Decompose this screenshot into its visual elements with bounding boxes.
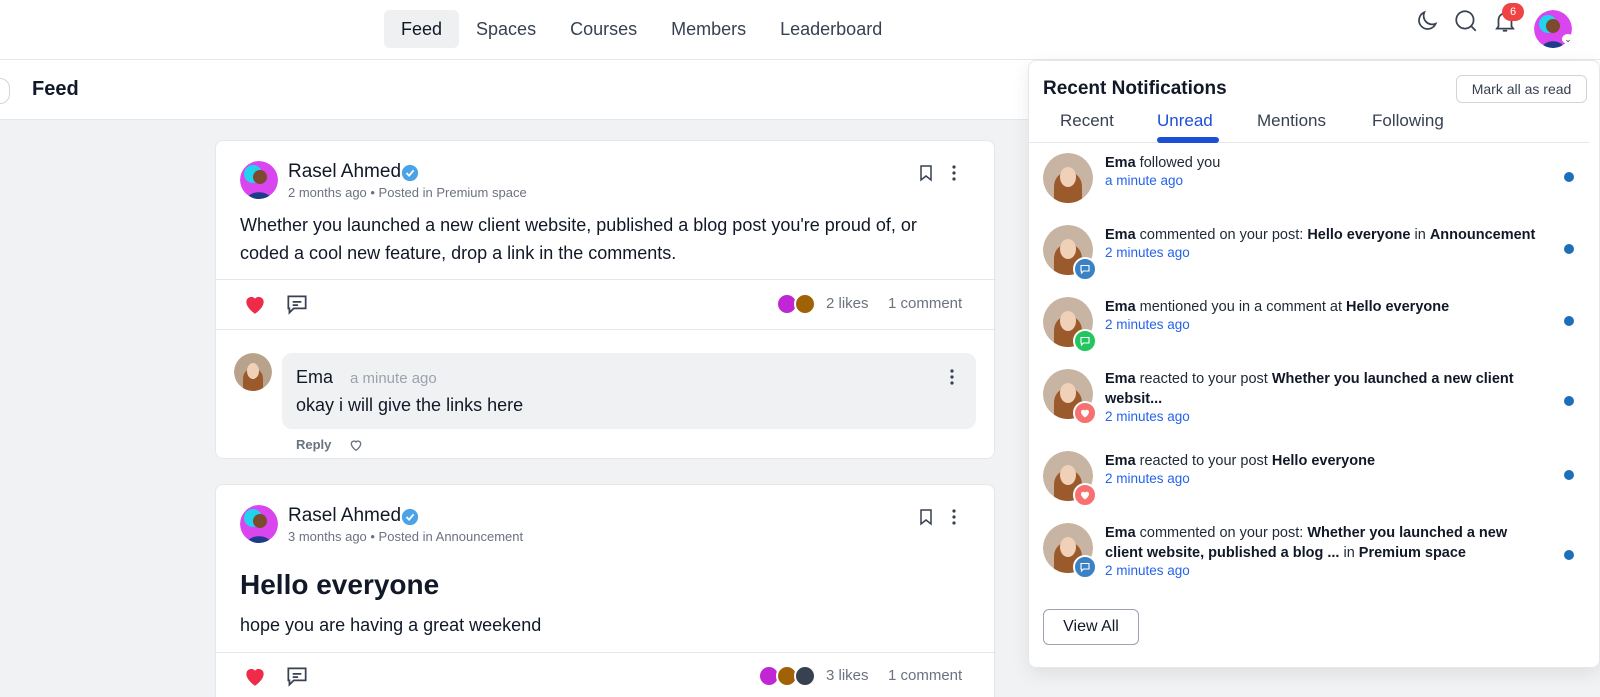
nav-feed[interactable]: Feed <box>384 10 460 48</box>
post-body: Whether you launched a new client websit… <box>240 215 917 263</box>
post-body: hope you are having a great weekend <box>240 615 542 635</box>
mention-icon <box>1073 329 1097 353</box>
view-all-button[interactable]: View All <box>1043 609 1139 645</box>
heart-outline-icon[interactable] <box>348 437 364 453</box>
moon-icon[interactable] <box>1414 8 1440 34</box>
nav-leaderboard[interactable]: Leaderboard <box>763 10 899 48</box>
comment-more-icon[interactable] <box>942 367 962 387</box>
post-meta: 2 months ago • Posted in Premium space <box>288 185 527 200</box>
divider <box>216 279 996 280</box>
heart-icon[interactable] <box>242 663 268 689</box>
comment-time: a minute ago <box>350 370 437 387</box>
notification-text: Ema reacted to your post Whether you lau… <box>1105 371 1514 407</box>
likes-count[interactable]: 2 likes <box>826 295 869 312</box>
notification-count-badge: 6 <box>1502 3 1524 21</box>
heart-icon <box>1073 483 1097 507</box>
comment-author[interactable]: Ema <box>296 367 333 388</box>
more-options-icon[interactable] <box>944 507 964 527</box>
unread-dot[interactable] <box>1564 396 1574 406</box>
divider <box>216 329 996 330</box>
more-options-icon[interactable] <box>944 163 964 183</box>
nav-courses[interactable]: Courses <box>553 10 654 48</box>
actor-avatar[interactable] <box>1043 153 1093 203</box>
verified-badge-icon <box>401 508 419 526</box>
sidebar-toggle[interactable] <box>0 78 10 104</box>
bookmark-icon[interactable] <box>916 163 936 183</box>
notification-text: Ema commented on your post: Whether you … <box>1105 525 1508 561</box>
notification-text: Ema reacted to your post Hello everyone <box>1105 453 1376 469</box>
notification-item[interactable]: Ema commented on your post: Hello everyo… <box>1029 225 1589 291</box>
notification-item[interactable]: Ema reacted to your post Hello everyone 2… <box>1029 451 1589 517</box>
notification-item[interactable]: Ema followed you a minute ago <box>1029 153 1589 219</box>
notification-text: Ema commented on your post: Hello everyo… <box>1105 227 1536 243</box>
notifications-title: Recent Notifications <box>1043 78 1227 99</box>
tab-following[interactable]: Following <box>1372 111 1444 131</box>
nav-spaces[interactable]: Spaces <box>459 10 553 48</box>
notification-time: 2 minutes ago <box>1105 471 1190 486</box>
author-name[interactable]: Rasel Ahmed <box>288 161 401 183</box>
unread-dot[interactable] <box>1564 172 1574 182</box>
notification-time: a minute ago <box>1105 173 1184 188</box>
post-card: Rasel Ahmed 2 months ago • Posted in Pre… <box>215 140 996 459</box>
tab-mentions[interactable]: Mentions <box>1257 111 1326 131</box>
likes-count[interactable]: 3 likes <box>826 667 869 684</box>
unread-dot[interactable] <box>1564 470 1574 480</box>
notification-item[interactable]: Ema commented on your post: Whether you … <box>1029 523 1589 589</box>
comments-count[interactable]: 1 comment <box>888 667 962 684</box>
post-meta: 3 months ago • Posted in Announcement <box>288 529 524 544</box>
page-title: Feed <box>32 78 79 100</box>
unread-dot[interactable] <box>1564 550 1574 560</box>
search-icon[interactable] <box>1453 8 1479 34</box>
active-tab-indicator <box>1157 137 1219 143</box>
unread-dot[interactable] <box>1564 244 1574 254</box>
verified-badge-icon <box>401 164 419 182</box>
notification-text: Ema mentioned you in a comment at Hello … <box>1105 299 1450 315</box>
notification-item[interactable]: Ema mentioned you in a comment at Hello … <box>1029 297 1589 363</box>
comment-icon[interactable] <box>284 291 310 317</box>
notification-time: 2 minutes ago <box>1105 245 1190 260</box>
commenter-avatar[interactable] <box>234 353 272 391</box>
comment-icon <box>1073 555 1097 579</box>
unread-dot[interactable] <box>1564 316 1574 326</box>
main-nav: Feed Spaces Courses Members Leaderboard <box>384 10 899 48</box>
heart-icon <box>1073 401 1097 425</box>
bookmark-icon[interactable] <box>916 507 936 527</box>
notification-tabs: Recent Unread Mentions Following <box>1029 111 1589 143</box>
comment-icon <box>1073 257 1097 281</box>
author-name[interactable]: Rasel Ahmed <box>288 505 401 527</box>
divider <box>216 652 996 653</box>
notification-time: 2 minutes ago <box>1105 563 1190 578</box>
notification-item[interactable]: Ema reacted to your post Whether you lau… <box>1029 369 1589 435</box>
comment-icon[interactable] <box>284 663 310 689</box>
likers-avatars[interactable] <box>776 293 820 315</box>
tab-recent[interactable]: Recent <box>1060 111 1114 131</box>
author-avatar[interactable] <box>240 505 278 543</box>
comment-text: okay i will give the links here <box>296 395 524 415</box>
comment-bubble: Ema a minute ago okay i will give the li… <box>282 353 976 429</box>
comments-count[interactable]: 1 comment <box>888 295 962 312</box>
reply-button[interactable]: Reply <box>296 437 331 452</box>
tab-unread[interactable]: Unread <box>1157 111 1213 131</box>
likers-avatars[interactable] <box>758 665 820 687</box>
post-card: Rasel Ahmed 3 months ago • Posted in Ann… <box>215 484 996 697</box>
notification-time: 2 minutes ago <box>1105 409 1190 424</box>
top-navbar: Feed Spaces Courses Members Leaderboard <box>0 0 1600 60</box>
nav-members[interactable]: Members <box>654 10 763 48</box>
chevron-down-icon[interactable]: ⌄ <box>1562 34 1574 44</box>
mark-all-read-button[interactable]: Mark all as read <box>1456 75 1587 103</box>
post-title[interactable]: Hello everyone <box>240 569 439 601</box>
heart-icon[interactable] <box>242 291 268 317</box>
notifications-dropdown: Recent Notifications Mark all as read Re… <box>1028 60 1600 668</box>
author-avatar[interactable] <box>240 161 278 199</box>
notification-time: 2 minutes ago <box>1105 317 1190 332</box>
notification-text: Ema followed you <box>1105 155 1221 171</box>
